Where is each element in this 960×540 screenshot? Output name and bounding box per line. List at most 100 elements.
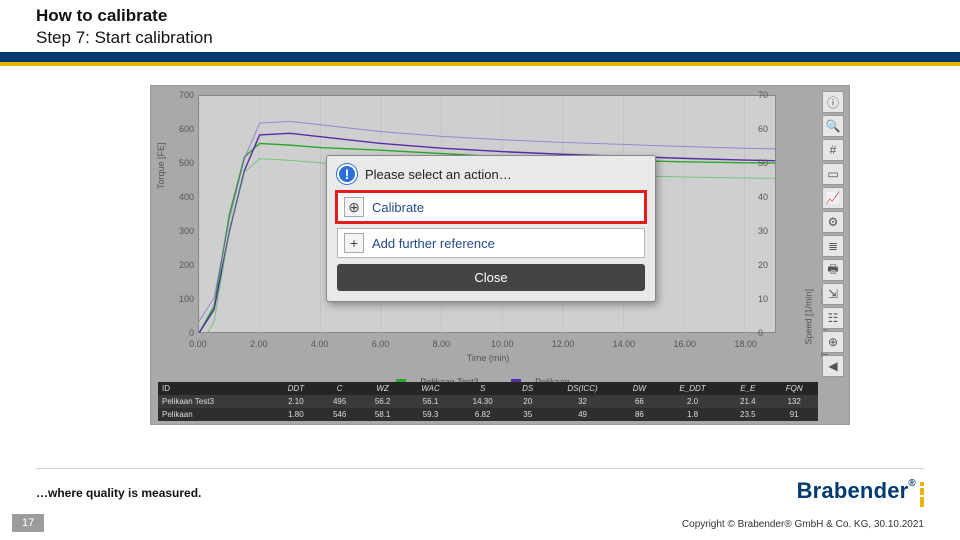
calibrate-label: Calibrate — [372, 200, 424, 215]
app-screenshot: Torque [FE] Temperature [°C] Speed [1/mi… — [150, 85, 850, 425]
database-icon[interactable]: ☷ — [822, 307, 844, 329]
table-cell: 1.80 — [273, 408, 320, 421]
table-cell: 66 — [619, 395, 660, 408]
y-tick: 200 — [158, 260, 194, 270]
y2-tick: 40 — [758, 192, 784, 202]
x-tick: 6.00 — [366, 339, 396, 349]
table-header: E_DDT — [660, 382, 725, 395]
table-cell: Pelikaan Test3 — [158, 395, 273, 408]
table-header: E_E — [725, 382, 770, 395]
target-icon: ⊕ — [344, 197, 364, 217]
x-axis-label: Time (min) — [158, 353, 818, 363]
print-icon[interactable]: 🖶 — [822, 259, 844, 281]
table-cell: 58.1 — [360, 408, 405, 421]
x-tick: 12.00 — [548, 339, 578, 349]
x-tick: 18.00 — [731, 339, 761, 349]
table-header: DW — [619, 382, 660, 395]
plus-icon: + — [344, 233, 364, 253]
copyright: Copyright © Brabender® GmbH & Co. KG, 30… — [682, 519, 924, 530]
table-cell: 2.10 — [273, 395, 320, 408]
y-tick: 300 — [158, 226, 194, 236]
table-header: C — [319, 382, 360, 395]
table-cell: 132 — [770, 395, 818, 408]
add-reference-option[interactable]: + Add further reference — [337, 228, 645, 258]
table-cell: 1.8 — [660, 408, 725, 421]
x-tick: 0.00 — [183, 339, 213, 349]
y2-tick: 70 — [758, 90, 784, 100]
brand-logo: Brabender® — [797, 478, 916, 504]
table-cell: 86 — [619, 408, 660, 421]
slide-subtitle: Step 7: Start calibration — [36, 28, 960, 48]
export-icon[interactable]: ⇲ — [822, 283, 844, 305]
info-icon: ! — [337, 164, 357, 184]
action-dialog: ! Please select an action… ⊕ Calibrate +… — [326, 155, 656, 302]
table-row: Pelikaan1.8054658.159.36.823549861.823.5… — [158, 408, 818, 421]
y-tick: 600 — [158, 124, 194, 134]
y-tick: 700 — [158, 90, 194, 100]
table-cell: Pelikaan — [158, 408, 273, 421]
footer-rule — [36, 468, 924, 469]
x-tick: 8.00 — [426, 339, 456, 349]
y-tick: 100 — [158, 294, 194, 304]
table-row: Pelikaan Test32.1049556.256.114.30203266… — [158, 395, 818, 408]
adjust-icon[interactable]: ⚙ — [822, 211, 844, 233]
y2-tick: 60 — [758, 124, 784, 134]
layers-icon[interactable]: ≣ — [822, 235, 844, 257]
x-tick: 10.00 — [487, 339, 517, 349]
slide-header: How to calibrate Step 7: Start calibrati… — [0, 0, 960, 52]
table-header: ID — [158, 382, 273, 395]
table-header: S — [456, 382, 510, 395]
calibrate-option[interactable]: ⊕ Calibrate — [337, 192, 645, 222]
chart-icon[interactable]: 📈 — [822, 187, 844, 209]
table-header: WAC — [405, 382, 456, 395]
table-cell: 91 — [770, 408, 818, 421]
table-cell: 6.82 — [456, 408, 510, 421]
x-tick: 2.00 — [244, 339, 274, 349]
right-toolbar: ⓘ🔍#▭📈⚙≣🖶⇲☷⊕◀ — [822, 91, 846, 379]
header-yellow-band — [0, 62, 960, 66]
table-cell: 20 — [509, 395, 546, 408]
page-number: 17 — [12, 514, 44, 532]
results-table: IDDDTCWZWACSDSDS(ICC)DWE_DDTE_EFQN Pelik… — [158, 382, 818, 421]
y2-tick: 50 — [758, 158, 784, 168]
y2-axis-label-b: Speed [1/min] — [804, 289, 814, 345]
zoom-icon[interactable]: 🔍 — [822, 115, 844, 137]
table-header: DS — [509, 382, 546, 395]
table-cell: 49 — [546, 408, 619, 421]
target-icon[interactable]: ⊕ — [822, 331, 844, 353]
table-cell: 32 — [546, 395, 619, 408]
dialog-title: Please select an action… — [365, 167, 512, 182]
brand-bars-icon — [920, 482, 924, 509]
y2-tick: 10 — [758, 294, 784, 304]
add-reference-label: Add further reference — [372, 236, 495, 251]
y-tick: 500 — [158, 158, 194, 168]
table-header: DS(ICC) — [546, 382, 619, 395]
info-icon[interactable]: ⓘ — [822, 91, 844, 113]
y-tick: 400 — [158, 192, 194, 202]
table-cell: 59.3 — [405, 408, 456, 421]
table-cell: 56.2 — [360, 395, 405, 408]
table-header: WZ — [360, 382, 405, 395]
slide-title: How to calibrate — [36, 6, 960, 26]
table-cell: 35 — [509, 408, 546, 421]
close-button[interactable]: Close — [337, 264, 645, 291]
comment-icon[interactable]: ▭ — [822, 163, 844, 185]
table-header: FQN — [770, 382, 818, 395]
table-cell: 23.5 — [725, 408, 770, 421]
table-header: DDT — [273, 382, 320, 395]
x-tick: 16.00 — [670, 339, 700, 349]
header-blue-band — [0, 52, 960, 62]
hash-icon[interactable]: # — [822, 139, 844, 161]
table-cell: 546 — [319, 408, 360, 421]
y2-tick: 30 — [758, 226, 784, 236]
table-cell: 56.1 — [405, 395, 456, 408]
y-tick: 0 — [158, 328, 194, 338]
table-cell: 495 — [319, 395, 360, 408]
x-tick: 14.00 — [609, 339, 639, 349]
table-cell: 2.0 — [660, 395, 725, 408]
back-icon[interactable]: ◀ — [822, 355, 844, 377]
tagline: …where quality is measured. — [36, 486, 201, 500]
y2-tick: 0 — [758, 328, 784, 338]
close-label: Close — [474, 270, 507, 285]
x-tick: 4.00 — [305, 339, 335, 349]
